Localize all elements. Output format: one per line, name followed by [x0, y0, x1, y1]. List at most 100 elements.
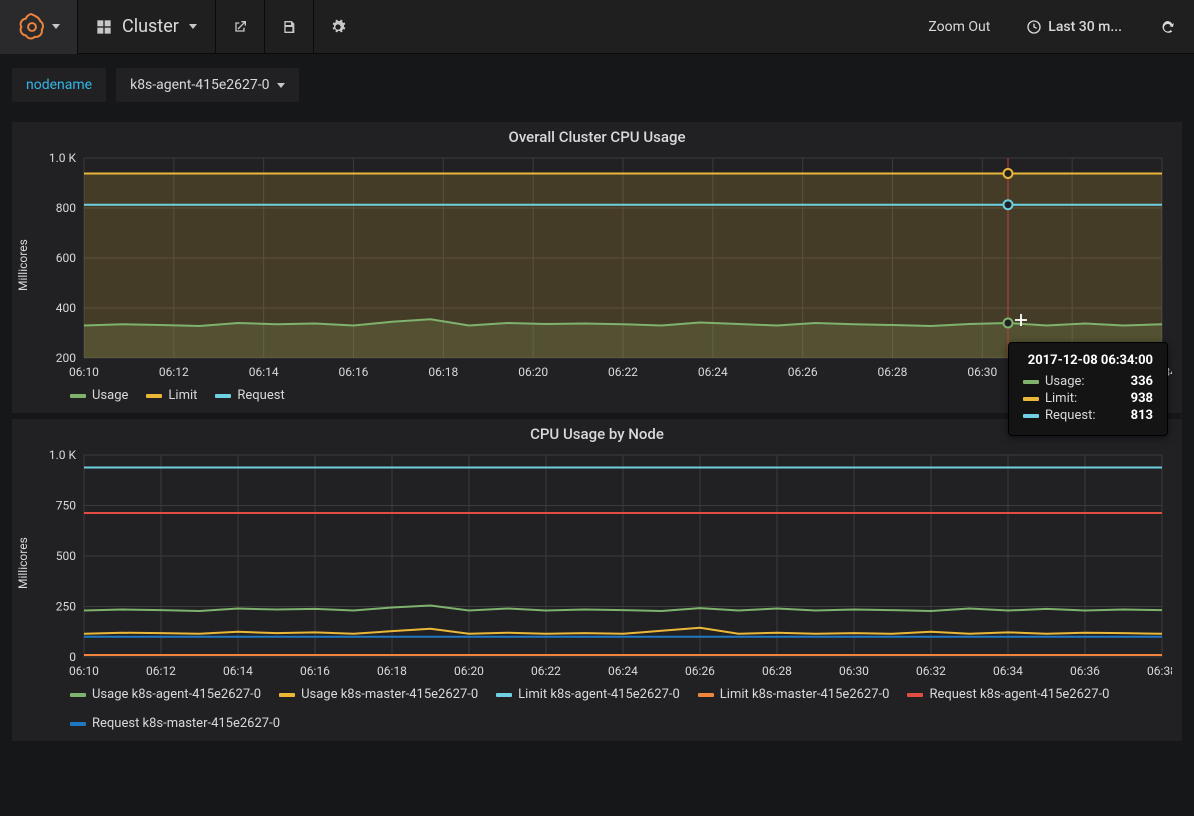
svg-text:0: 0	[69, 650, 76, 664]
legend-label: Usage	[92, 388, 128, 403]
zoom-out-button[interactable]: Zoom Out	[910, 0, 1008, 54]
svg-text:400: 400	[56, 301, 76, 315]
svg-text:06:16: 06:16	[300, 664, 330, 678]
hover-tooltip: 2017-12-08 06:34:00 Usage:336Limit:938Re…	[1008, 342, 1168, 436]
svg-text:06:14: 06:14	[249, 365, 279, 379]
svg-text:06:36: 06:36	[1070, 664, 1100, 678]
svg-text:06:24: 06:24	[608, 664, 638, 678]
y-axis-label: Millicores	[12, 150, 34, 380]
svg-text:06:16: 06:16	[339, 365, 369, 379]
chart-svg[interactable]: 200 400 600 800 1.0 K 06:10 06:12 06:14 06:16 06:…	[34, 150, 1172, 380]
svg-text:06:18: 06:18	[428, 365, 458, 379]
variable-label[interactable]: nodename	[12, 68, 106, 102]
legend-item[interactable]: Request k8s-agent-415e2627-0	[907, 687, 1109, 702]
dashboard-title-button[interactable]: Cluster	[78, 0, 216, 54]
svg-text:800: 800	[56, 201, 76, 215]
panel-cpu-overall: Overall Cluster CPU Usage Millicores 200…	[12, 122, 1182, 413]
legend-label: Usage k8s-agent-415e2627-0	[92, 687, 261, 702]
grafana-logo-button[interactable]	[0, 0, 78, 54]
chevron-down-icon	[189, 24, 197, 29]
legend-item[interactable]: Usage k8s-agent-415e2627-0	[70, 687, 261, 702]
svg-text:06:10: 06:10	[69, 664, 99, 678]
legend-swatch	[70, 722, 86, 726]
svg-text:06:28: 06:28	[762, 664, 792, 678]
svg-text:06:18: 06:18	[377, 664, 407, 678]
svg-text:250: 250	[56, 600, 76, 614]
variable-value-dropdown[interactable]: k8s-agent-415e2627-0	[116, 68, 299, 102]
legend-label: Request	[237, 388, 284, 403]
svg-text:06:30: 06:30	[967, 365, 997, 379]
refresh-button[interactable]	[1140, 0, 1194, 54]
svg-text:1.0 K: 1.0 K	[49, 151, 77, 165]
svg-text:06:26: 06:26	[788, 365, 818, 379]
legend-label: Limit	[168, 388, 197, 403]
legend-item[interactable]: Request	[215, 388, 284, 403]
legend-label: Usage k8s-master-415e2627-0	[301, 687, 478, 702]
svg-text:600: 600	[56, 251, 76, 265]
svg-text:06:14: 06:14	[223, 664, 253, 678]
svg-text:750: 750	[56, 499, 76, 513]
legend-label: Limit k8s-master-415e2627-0	[720, 687, 890, 702]
legend-item[interactable]: Usage	[70, 388, 128, 403]
legend-item[interactable]: Limit k8s-master-415e2627-0	[698, 687, 890, 702]
legend-item[interactable]: Request k8s-master-415e2627-0	[70, 716, 280, 731]
refresh-icon	[1158, 18, 1176, 36]
share-icon	[232, 19, 248, 35]
svg-text:06:12: 06:12	[159, 365, 189, 379]
legend-swatch	[279, 693, 295, 697]
legend-label: Limit k8s-agent-415e2627-0	[518, 687, 680, 702]
svg-text:06:34: 06:34	[993, 664, 1023, 678]
legend-swatch	[70, 693, 86, 697]
svg-text:06:28: 06:28	[878, 365, 908, 379]
svg-text:06:26: 06:26	[685, 664, 715, 678]
settings-button[interactable]	[314, 0, 362, 54]
legend-swatch	[215, 394, 231, 398]
time-picker-button[interactable]: Last 30 m...	[1008, 0, 1140, 54]
panel-cpu-by-node: CPU Usage by Node Millicores 0 250 500 750 1…	[12, 419, 1182, 741]
y-axis-label: Millicores	[12, 447, 34, 679]
svg-text:06:22: 06:22	[531, 664, 561, 678]
gear-icon	[330, 19, 346, 35]
svg-text:06:10: 06:10	[69, 365, 99, 379]
legend-swatch	[907, 693, 923, 697]
svg-text:500: 500	[56, 549, 76, 563]
svg-text:200: 200	[56, 351, 76, 365]
save-icon	[281, 19, 297, 35]
legend-swatch	[698, 693, 714, 697]
legend-item[interactable]: Limit k8s-agent-415e2627-0	[496, 687, 680, 702]
legend-label: Request k8s-master-415e2627-0	[92, 716, 280, 731]
svg-text:1.0 K: 1.0 K	[49, 448, 77, 462]
svg-text:06:30: 06:30	[839, 664, 869, 678]
chart-legend: Usage k8s-agent-415e2627-0 Usage k8s-mast…	[12, 679, 1182, 741]
clock-icon	[1026, 19, 1042, 35]
svg-text:06:38: 06:38	[1147, 664, 1172, 678]
legend-item[interactable]: Limit	[146, 388, 197, 403]
chevron-down-icon	[52, 24, 60, 29]
legend-swatch	[146, 394, 162, 398]
legend-item[interactable]: Usage k8s-master-415e2627-0	[279, 687, 478, 702]
dashboard-icon	[96, 19, 112, 35]
svg-text:06:12: 06:12	[146, 664, 176, 678]
svg-text:06:20: 06:20	[454, 664, 484, 678]
panel-title[interactable]: Overall Cluster CPU Usage	[12, 122, 1182, 150]
legend-swatch	[496, 693, 512, 697]
legend-label: Request k8s-agent-415e2627-0	[929, 687, 1109, 702]
tooltip-row: Usage:336	[1023, 374, 1153, 389]
legend-swatch	[70, 394, 86, 398]
navbar: Cluster Zoom Out Last 30 m...	[0, 0, 1194, 54]
save-button[interactable]	[265, 0, 314, 54]
svg-text:06:24: 06:24	[698, 365, 728, 379]
tooltip-row: Request:813	[1023, 408, 1153, 423]
grafana-icon	[18, 13, 46, 41]
chart-legend: Usage Limit Request	[12, 380, 1182, 413]
tooltip-row: Limit:938	[1023, 391, 1153, 406]
panel-title[interactable]: CPU Usage by Node	[12, 419, 1182, 447]
variable-row: nodename k8s-agent-415e2627-0	[0, 54, 1194, 116]
share-button[interactable]	[216, 0, 265, 54]
svg-text:06:22: 06:22	[608, 365, 638, 379]
chevron-down-icon	[277, 83, 285, 88]
svg-text:06:32: 06:32	[916, 664, 946, 678]
chart-svg[interactable]: 0 250 500 750 1.0 K 06:10 06:12 06:14 06:16 06:18…	[34, 447, 1172, 679]
svg-text:06:20: 06:20	[518, 365, 548, 379]
dashboard-title: Cluster	[122, 16, 179, 37]
